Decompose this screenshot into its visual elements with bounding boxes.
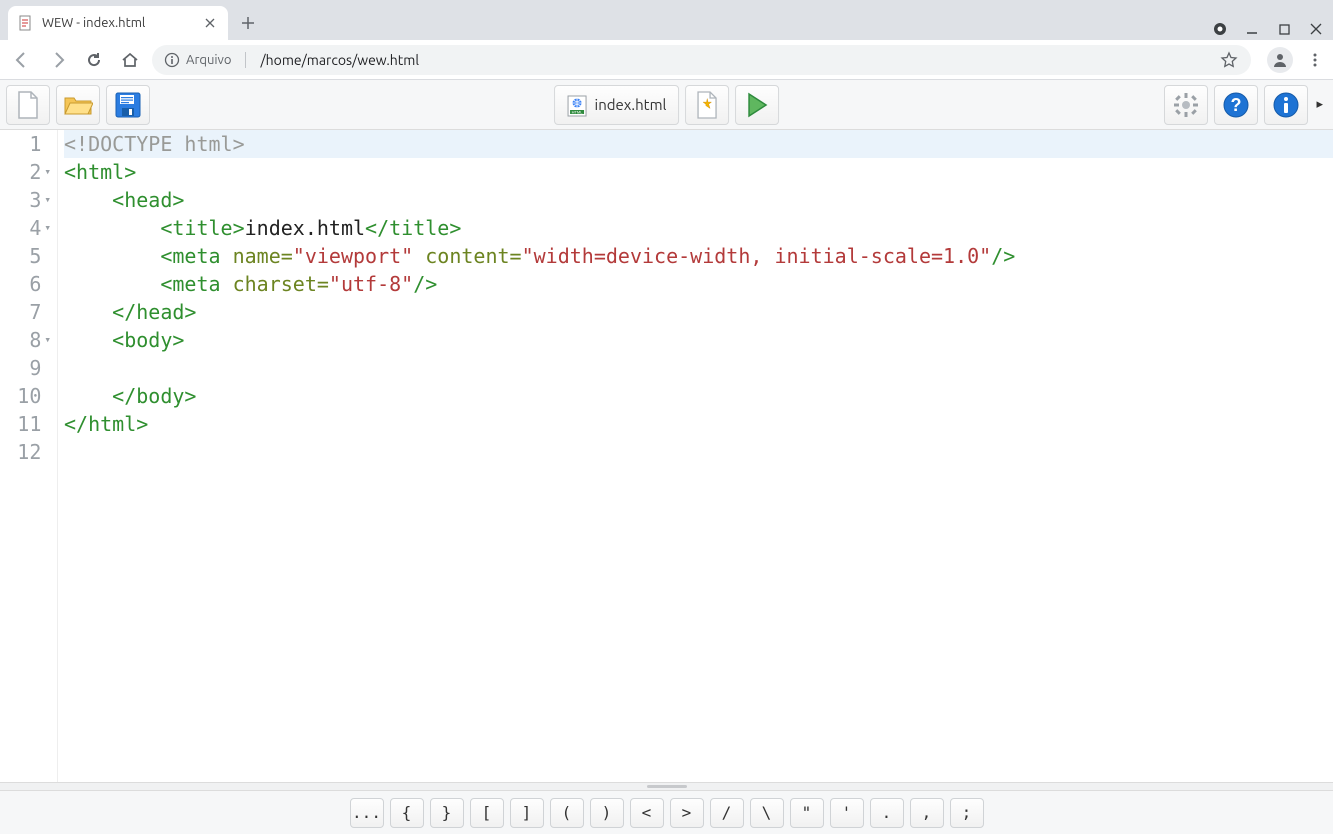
window-close-button[interactable] — [1309, 22, 1323, 36]
symbol-button[interactable]: . — [870, 798, 904, 828]
line-number: 9 — [0, 354, 51, 382]
address-bar: Arquivo /home/marcos/wew.html — [0, 40, 1333, 80]
settings-button[interactable] — [1164, 85, 1208, 125]
help-button[interactable]: ? — [1214, 85, 1258, 125]
code-line[interactable]: <meta charset="utf-8"/> — [64, 270, 1333, 298]
about-button[interactable] — [1264, 85, 1308, 125]
new-file-button[interactable] — [6, 85, 50, 125]
url-path: /home/marcos/wew.html — [260, 52, 419, 68]
fold-toggle-icon — [44, 130, 51, 158]
toolbar-overflow-icon[interactable]: ▸ — [1316, 97, 1323, 112]
line-number: 3▾ — [0, 186, 51, 214]
browser-menu-icon[interactable] — [1305, 50, 1325, 70]
line-number: 11 — [0, 410, 51, 438]
symbol-button[interactable]: { — [390, 798, 424, 828]
symbol-button[interactable]: < — [630, 798, 664, 828]
line-number: 5 — [0, 242, 51, 270]
fold-toggle-icon — [44, 354, 51, 382]
symbol-button[interactable]: " — [790, 798, 824, 828]
fold-toggle-icon — [44, 438, 51, 466]
fold-toggle-icon — [44, 298, 51, 326]
code-line[interactable]: </body> — [64, 382, 1333, 410]
symbol-button[interactable]: \ — [750, 798, 784, 828]
code-line[interactable]: <meta name="viewport" content="width=dev… — [64, 242, 1333, 270]
url-separator — [245, 52, 246, 68]
symbol-button[interactable]: ( — [550, 798, 584, 828]
line-number: 8▾ — [0, 326, 51, 354]
url-scheme-label: Arquivo — [186, 53, 231, 67]
code-line[interactable]: <body> — [64, 326, 1333, 354]
svg-text:?: ? — [1231, 95, 1242, 115]
current-file-chip[interactable]: HTML index.html — [554, 85, 680, 125]
tab-close-icon[interactable] — [202, 15, 218, 31]
panel-resize-handle[interactable] — [0, 782, 1333, 790]
code-line[interactable]: <html> — [64, 158, 1333, 186]
svg-text:HTML: HTML — [571, 109, 583, 114]
window-maximize-button[interactable] — [1277, 22, 1291, 36]
symbol-button[interactable]: } — [430, 798, 464, 828]
symbol-insert-bar: ...{}[]()<>/\"'.,; — [0, 790, 1333, 834]
line-number: 2▾ — [0, 158, 51, 186]
toolbar-right-group: ? ▸ — [1164, 85, 1327, 125]
tab-title: WEW - index.html — [42, 16, 194, 30]
profile-avatar-icon[interactable] — [1267, 47, 1293, 73]
save-file-button[interactable] — [106, 85, 150, 125]
fold-toggle-icon[interactable]: ▾ — [44, 326, 51, 354]
code-line[interactable]: </html> — [64, 410, 1333, 438]
line-number-gutter: 1 2▾3▾4▾5 6 7 8▾9 10 11 12 — [0, 130, 58, 782]
fold-toggle-icon[interactable]: ▾ — [44, 158, 51, 186]
code-line[interactable]: <!DOCTYPE html> — [64, 130, 1333, 158]
symbol-button[interactable]: ... — [350, 798, 384, 828]
fold-toggle-icon[interactable]: ▾ — [44, 214, 51, 242]
file-action-button[interactable] — [685, 85, 729, 125]
fold-toggle-icon — [44, 270, 51, 298]
browser-tab[interactable]: WEW - index.html — [8, 6, 228, 40]
fold-toggle-icon — [44, 410, 51, 438]
omnibox[interactable]: Arquivo /home/marcos/wew.html — [152, 45, 1251, 75]
nav-reload-button[interactable] — [80, 46, 108, 74]
fold-toggle-icon[interactable]: ▾ — [44, 186, 51, 214]
fold-toggle-icon — [44, 242, 51, 270]
line-number: 10 — [0, 382, 51, 410]
code-line[interactable]: <title>index.html</title> — [64, 214, 1333, 242]
open-file-button[interactable] — [56, 85, 100, 125]
line-number: 1 — [0, 130, 51, 158]
line-number: 4▾ — [0, 214, 51, 242]
code-area[interactable]: <!DOCTYPE html><html> <head> <title>inde… — [58, 130, 1333, 782]
code-line[interactable] — [64, 438, 1333, 466]
fold-toggle-icon — [44, 382, 51, 410]
html-file-icon: HTML — [567, 95, 587, 115]
toolbar-center-group: HTML index.html — [554, 85, 780, 125]
new-tab-button[interactable] — [234, 9, 262, 37]
code-line[interactable]: </head> — [64, 298, 1333, 326]
line-number: 7 — [0, 298, 51, 326]
symbol-button[interactable]: ] — [510, 798, 544, 828]
code-line[interactable]: <head> — [64, 186, 1333, 214]
current-file-name: index.html — [595, 96, 667, 113]
nav-forward-button[interactable] — [44, 46, 72, 74]
window-controls — [1213, 22, 1333, 40]
nav-back-button[interactable] — [8, 46, 36, 74]
code-editor[interactable]: 1 2▾3▾4▾5 6 7 8▾9 10 11 12 <!DOCTYPE htm… — [0, 130, 1333, 782]
bookmark-star-icon[interactable] — [1219, 50, 1239, 70]
symbol-button[interactable]: [ — [470, 798, 504, 828]
incognito-indicator-icon[interactable] — [1213, 22, 1227, 36]
code-line[interactable] — [64, 354, 1333, 382]
line-number: 6 — [0, 270, 51, 298]
symbol-button[interactable]: , — [910, 798, 944, 828]
symbol-button[interactable]: ' — [830, 798, 864, 828]
nav-home-button[interactable] — [116, 46, 144, 74]
window-minimize-button[interactable] — [1245, 22, 1259, 36]
line-number: 12 — [0, 438, 51, 466]
site-info-icon[interactable]: Arquivo — [164, 52, 231, 68]
symbol-button[interactable]: > — [670, 798, 704, 828]
browser-tab-strip: WEW - index.html — [0, 0, 1333, 40]
symbol-button[interactable]: ) — [590, 798, 624, 828]
app-toolbar: HTML index.html ? ▸ — [0, 80, 1333, 130]
run-button[interactable] — [735, 85, 779, 125]
tab-favicon-icon — [18, 15, 34, 31]
symbol-button[interactable]: ; — [950, 798, 984, 828]
symbol-button[interactable]: / — [710, 798, 744, 828]
